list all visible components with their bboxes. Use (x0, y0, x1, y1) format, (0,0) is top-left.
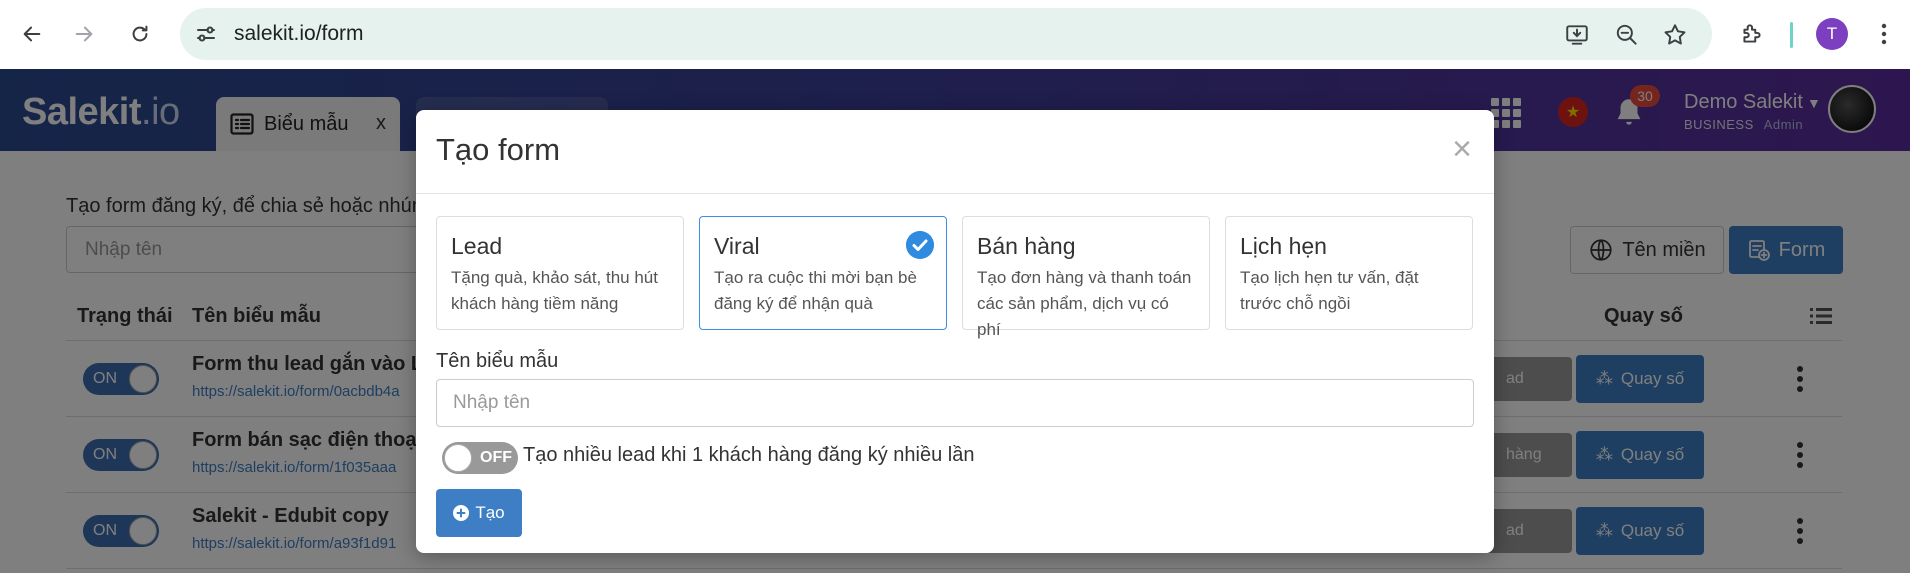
card-title: Viral (714, 233, 760, 259)
arrow-right-icon (75, 26, 93, 42)
card-title: Lịch hẹn (1240, 233, 1327, 259)
app-viewport: Salekit.io Biểu mẫu x ★ 30 Demo Salekit▼… (0, 69, 1910, 573)
arrow-left-icon (23, 26, 41, 42)
form-type-card-appointment[interactable]: Lịch hẹn Tạo lịch hẹn tư vấn, đặt trước c… (1225, 216, 1473, 330)
card-description: Tặng quà, khảo sát, thu hút khách hàng ti… (451, 268, 658, 313)
submit-create-button[interactable]: Tạo (436, 489, 522, 537)
form-type-card-lead[interactable]: Lead Tặng quà, khảo sát, thu hút khách hà… (436, 216, 684, 330)
card-description: Tạo lịch hẹn tư vấn, đặt trước chỗ ngồi (1240, 268, 1419, 313)
profile-avatar: T (1816, 18, 1848, 50)
modal-title: Tạo form (436, 132, 561, 167)
form-name-input[interactable]: Nhập tên (436, 379, 1474, 427)
zoom-out-icon[interactable] (1614, 22, 1640, 48)
card-title: Lead (451, 233, 503, 259)
multi-lead-label: Tạo nhiều lead khi 1 khách hàng đăng ký … (523, 444, 975, 466)
toggle-knob (444, 444, 472, 472)
site-settings-icon[interactable] (194, 22, 218, 46)
toolbar-separator (1790, 22, 1793, 48)
form-type-card-viral[interactable]: Viral Tạo ra cuộc thi mời bạn bè đăng ký … (699, 216, 947, 330)
install-app-icon[interactable] (1564, 22, 1590, 48)
create-form-modal: Tạo form × Lead Tặng quà, khảo sát, thu … (416, 110, 1494, 553)
url-text: salekit.io/form (234, 22, 364, 45)
more-vertical-icon (1881, 23, 1887, 45)
card-description: Tạo đơn hàng và thanh toán các sản phẩm, … (977, 268, 1192, 339)
bookmark-star-icon[interactable] (1662, 22, 1688, 48)
back-button[interactable] (14, 16, 50, 52)
modal-header: Tạo form × (416, 110, 1494, 194)
browser-chrome: salekit.io/form T (0, 0, 1910, 69)
forward-button[interactable] (66, 16, 102, 52)
form-type-card-sales[interactable]: Bán hàng Tạo đơn hàng và thanh toán các s… (962, 216, 1210, 339)
card-description: Tạo ra cuộc thi mời bạn bè đăng ký để nhậ… (714, 268, 917, 313)
card-title: Bán hàng (977, 233, 1076, 259)
browser-menu-button[interactable] (1866, 16, 1902, 52)
reload-icon (132, 25, 148, 42)
puzzle-icon (1743, 24, 1761, 43)
check-circle-icon (906, 231, 934, 259)
form-name-label: Tên biểu mẫu (436, 350, 559, 372)
plus-circle-icon (453, 505, 470, 521)
address-bar[interactable]: salekit.io/form (180, 8, 1712, 60)
extensions-button[interactable] (1734, 16, 1770, 52)
reload-button[interactable] (122, 16, 158, 52)
profile-button[interactable]: T (1814, 16, 1850, 52)
multi-lead-toggle[interactable]: OFF (442, 442, 518, 474)
modal-close-button[interactable]: × (1452, 132, 1472, 166)
